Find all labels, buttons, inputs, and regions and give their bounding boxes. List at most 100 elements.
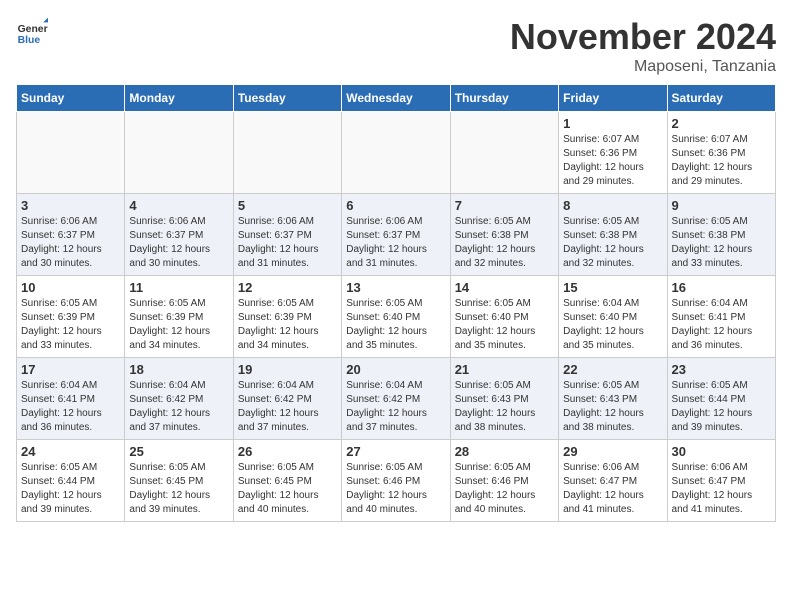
day-info: Sunrise: 6:05 AM Sunset: 6:40 PM Dayligh… (346, 297, 445, 353)
weekday-header-thursday: Thursday (450, 85, 558, 112)
calendar-cell: 24 Sunrise: 6:05 AM Sunset: 6:44 PM Dayli… (17, 440, 125, 522)
day-info: Sunrise: 6:04 AM Sunset: 6:40 PM Dayligh… (563, 297, 662, 353)
day-number: 3 (21, 198, 120, 213)
calendar-week-5: 24 Sunrise: 6:05 AM Sunset: 6:44 PM Dayli… (17, 440, 776, 522)
day-number: 20 (346, 362, 445, 377)
weekday-header-row: SundayMondayTuesdayWednesdayThursdayFrid… (17, 85, 776, 112)
day-info: Sunrise: 6:05 AM Sunset: 6:38 PM Dayligh… (672, 215, 771, 271)
day-number: 15 (563, 280, 662, 295)
calendar-cell: 10Sunrise: 6:05 AM Sunset: 6:39 PM Dayli… (17, 276, 125, 358)
weekday-header-wednesday: Wednesday (342, 85, 450, 112)
day-number: 9 (672, 198, 771, 213)
day-info: Sunrise: 6:05 AM Sunset: 6:44 PM Dayligh… (21, 461, 120, 517)
calendar-cell: 18 Sunrise: 6:04 AM Sunset: 6:42 PM Dayli… (125, 358, 233, 440)
calendar-cell: 17Sunrise: 6:04 AM Sunset: 6:41 PM Dayli… (17, 358, 125, 440)
calendar-week-2: 3 Sunrise: 6:06 AM Sunset: 6:37 PM Daylig… (17, 194, 776, 276)
day-number: 27 (346, 444, 445, 459)
day-number: 25 (129, 444, 228, 459)
month-title: November 2024 (510, 16, 776, 58)
calendar-cell: 8 Sunrise: 6:05 AM Sunset: 6:38 PM Daylig… (559, 194, 667, 276)
svg-text:Blue: Blue (18, 35, 41, 46)
day-number: 4 (129, 198, 228, 213)
day-number: 8 (563, 198, 662, 213)
calendar-cell (342, 112, 450, 194)
day-info: Sunrise: 6:06 AM Sunset: 6:37 PM Dayligh… (21, 215, 120, 271)
day-info: Sunrise: 6:05 AM Sunset: 6:45 PM Dayligh… (129, 461, 228, 517)
day-info: Sunrise: 6:05 AM Sunset: 6:46 PM Dayligh… (346, 461, 445, 517)
calendar-cell: 26 Sunrise: 6:05 AM Sunset: 6:45 PM Dayli… (233, 440, 341, 522)
day-number: 21 (455, 362, 554, 377)
day-info: Sunrise: 6:05 AM Sunset: 6:44 PM Dayligh… (672, 379, 771, 435)
calendar-cell: 9 Sunrise: 6:05 AM Sunset: 6:38 PM Daylig… (667, 194, 775, 276)
day-info: Sunrise: 6:06 AM Sunset: 6:37 PM Dayligh… (346, 215, 445, 271)
day-number: 23 (672, 362, 771, 377)
calendar-cell: 27 Sunrise: 6:05 AM Sunset: 6:46 PM Dayli… (342, 440, 450, 522)
calendar-cell: 2 Sunrise: 6:07 AM Sunset: 6:36 PM Daylig… (667, 112, 775, 194)
day-number: 7 (455, 198, 554, 213)
day-info: Sunrise: 6:05 AM Sunset: 6:39 PM Dayligh… (21, 297, 120, 353)
day-number: 12 (238, 280, 337, 295)
calendar-cell: 30 Sunrise: 6:06 AM Sunset: 6:47 PM Dayli… (667, 440, 775, 522)
day-number: 28 (455, 444, 554, 459)
day-info: Sunrise: 6:07 AM Sunset: 6:36 PM Dayligh… (672, 133, 771, 189)
svg-text:General: General (18, 24, 48, 35)
calendar-week-3: 10Sunrise: 6:05 AM Sunset: 6:39 PM Dayli… (17, 276, 776, 358)
title-block: November 2024 Maposeni, Tanzania (510, 16, 776, 76)
calendar-week-4: 17Sunrise: 6:04 AM Sunset: 6:41 PM Dayli… (17, 358, 776, 440)
weekday-header-friday: Friday (559, 85, 667, 112)
calendar-cell: 21Sunrise: 6:05 AM Sunset: 6:43 PM Dayli… (450, 358, 558, 440)
day-number: 22 (563, 362, 662, 377)
day-number: 11 (129, 280, 228, 295)
day-info: Sunrise: 6:04 AM Sunset: 6:42 PM Dayligh… (346, 379, 445, 435)
calendar-cell: 4 Sunrise: 6:06 AM Sunset: 6:37 PM Daylig… (125, 194, 233, 276)
day-info: Sunrise: 6:05 AM Sunset: 6:39 PM Dayligh… (238, 297, 337, 353)
day-number: 16 (672, 280, 771, 295)
calendar-cell: 3 Sunrise: 6:06 AM Sunset: 6:37 PM Daylig… (17, 194, 125, 276)
day-number: 24 (21, 444, 120, 459)
day-number: 2 (672, 116, 771, 131)
day-number: 1 (563, 116, 662, 131)
weekday-header-saturday: Saturday (667, 85, 775, 112)
calendar-body: 1 Sunrise: 6:07 AM Sunset: 6:36 PM Daylig… (17, 112, 776, 522)
day-info: Sunrise: 6:04 AM Sunset: 6:41 PM Dayligh… (672, 297, 771, 353)
calendar-cell: 19Sunrise: 6:04 AM Sunset: 6:42 PM Dayli… (233, 358, 341, 440)
weekday-header-tuesday: Tuesday (233, 85, 341, 112)
calendar-cell: 5Sunrise: 6:06 AM Sunset: 6:37 PM Daylig… (233, 194, 341, 276)
calendar-cell: 11Sunrise: 6:05 AM Sunset: 6:39 PM Dayli… (125, 276, 233, 358)
day-number: 30 (672, 444, 771, 459)
day-info: Sunrise: 6:05 AM Sunset: 6:38 PM Dayligh… (563, 215, 662, 271)
day-number: 19 (238, 362, 337, 377)
calendar-cell (17, 112, 125, 194)
day-info: Sunrise: 6:05 AM Sunset: 6:40 PM Dayligh… (455, 297, 554, 353)
day-number: 26 (238, 444, 337, 459)
day-number: 17 (21, 362, 120, 377)
day-info: Sunrise: 6:05 AM Sunset: 6:43 PM Dayligh… (563, 379, 662, 435)
day-number: 29 (563, 444, 662, 459)
day-info: Sunrise: 6:05 AM Sunset: 6:45 PM Dayligh… (238, 461, 337, 517)
day-info: Sunrise: 6:04 AM Sunset: 6:42 PM Dayligh… (129, 379, 228, 435)
calendar-cell (125, 112, 233, 194)
calendar-cell (233, 112, 341, 194)
calendar-cell (450, 112, 558, 194)
calendar-cell: 13 Sunrise: 6:05 AM Sunset: 6:40 PM Dayli… (342, 276, 450, 358)
page-header: General Blue November 2024 Maposeni, Tan… (16, 16, 776, 76)
calendar-cell: 22 Sunrise: 6:05 AM Sunset: 6:43 PM Dayli… (559, 358, 667, 440)
weekday-header-monday: Monday (125, 85, 233, 112)
day-number: 14 (455, 280, 554, 295)
day-number: 18 (129, 362, 228, 377)
calendar-cell: 20 Sunrise: 6:04 AM Sunset: 6:42 PM Dayli… (342, 358, 450, 440)
weekday-header-sunday: Sunday (17, 85, 125, 112)
day-number: 5 (238, 198, 337, 213)
day-info: Sunrise: 6:05 AM Sunset: 6:38 PM Dayligh… (455, 215, 554, 271)
calendar-table: SundayMondayTuesdayWednesdayThursdayFrid… (16, 84, 776, 522)
calendar-cell: 14 Sunrise: 6:05 AM Sunset: 6:40 PM Dayli… (450, 276, 558, 358)
day-number: 13 (346, 280, 445, 295)
calendar-cell: 7 Sunrise: 6:05 AM Sunset: 6:38 PM Daylig… (450, 194, 558, 276)
day-info: Sunrise: 6:06 AM Sunset: 6:47 PM Dayligh… (672, 461, 771, 517)
day-info: Sunrise: 6:06 AM Sunset: 6:37 PM Dayligh… (129, 215, 228, 271)
day-info: Sunrise: 6:07 AM Sunset: 6:36 PM Dayligh… (563, 133, 662, 189)
location-title: Maposeni, Tanzania (510, 58, 776, 76)
logo-icon: General Blue (16, 16, 48, 48)
calendar-cell: 1 Sunrise: 6:07 AM Sunset: 6:36 PM Daylig… (559, 112, 667, 194)
calendar-cell: 16 Sunrise: 6:04 AM Sunset: 6:41 PM Dayli… (667, 276, 775, 358)
